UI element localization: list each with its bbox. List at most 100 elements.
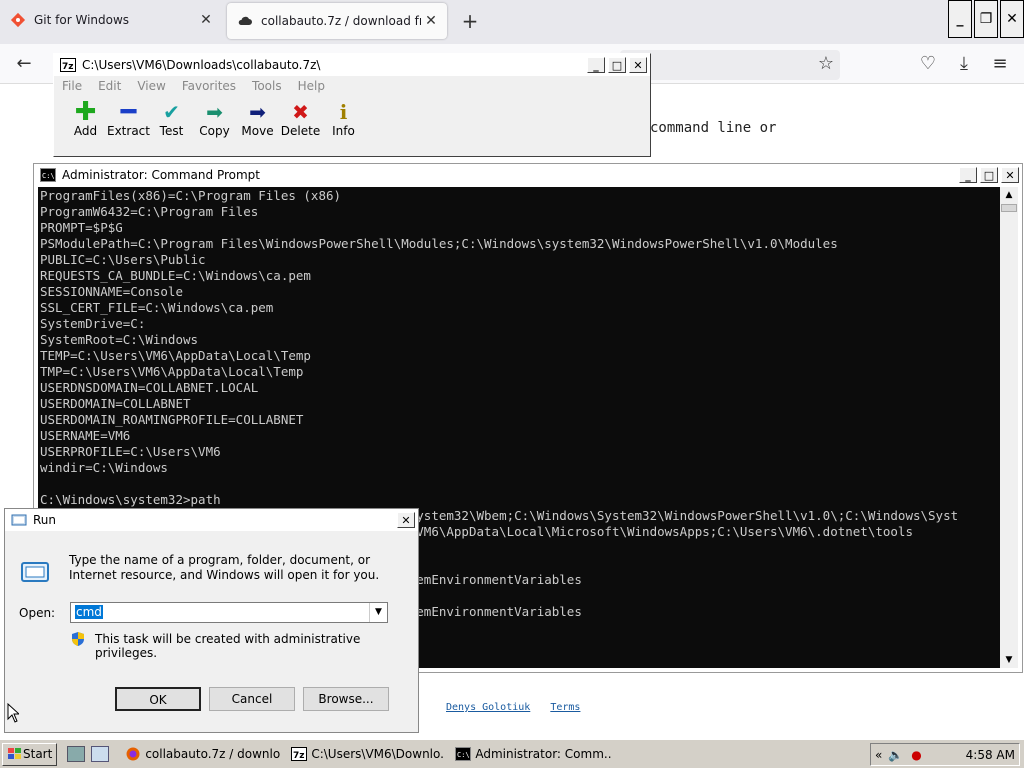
window-title: C:\Users\VM6\Downloads\collabauto.7z\ <box>82 58 321 72</box>
restore-button[interactable]: ❐ <box>974 0 998 38</box>
menu-favorites[interactable]: Favorites <box>182 79 236 93</box>
browser-tab-bar: Git for Windows ✕ collabauto.7z / downlo… <box>0 0 1024 44</box>
add-button[interactable]: ✚ Add <box>64 97 107 138</box>
taskbar-item-cmd[interactable]: C:\ Administrator: Comm... <box>451 743 611 766</box>
run-icon <box>11 514 27 526</box>
close-tab-icon[interactable]: ✕ <box>196 12 216 28</box>
ok-button[interactable]: OK <box>115 687 201 711</box>
tab-git-for-windows[interactable]: Git for Windows ✕ <box>0 0 222 40</box>
svg-text:7z: 7z <box>62 62 74 72</box>
firefox-icon <box>126 747 140 761</box>
copy-button[interactable]: ➡ Copy <box>193 100 236 138</box>
cloud-icon <box>238 16 252 25</box>
mouse-cursor-icon <box>7 703 19 723</box>
maximize-button[interactable]: □ <box>608 57 626 73</box>
windows-logo-icon <box>8 748 21 759</box>
minimize-button[interactable]: _ <box>587 57 605 73</box>
console-scrollbar[interactable]: ▲ ▼ <box>1000 187 1018 668</box>
url-bar[interactable] <box>620 50 840 80</box>
checkmark-icon: ✔ <box>163 100 180 124</box>
tab-label: collabauto.7z / download from <box>261 14 421 28</box>
tab-collabauto-download[interactable]: collabauto.7z / download from ✕ <box>227 3 447 39</box>
open-input-value: cmd <box>75 605 103 619</box>
svg-text:7z: 7z <box>293 751 305 761</box>
bookmark-star-icon[interactable]: ☆ <box>814 52 838 76</box>
back-arrow-icon[interactable]: ← <box>12 52 36 76</box>
menu-edit[interactable]: Edit <box>98 79 121 93</box>
browse-button[interactable]: Browse... <box>303 687 389 711</box>
scroll-thumb[interactable] <box>1001 204 1017 212</box>
taskbar-item-browser[interactable]: collabauto.7z / downlo... <box>121 743 281 766</box>
system-tray: « 🔈 ● 4:58 AM <box>870 743 1020 766</box>
cancel-button[interactable]: Cancel <box>209 687 295 711</box>
svg-text:C:\: C:\ <box>457 751 470 759</box>
close-window-button[interactable]: ✕ <box>1000 0 1024 38</box>
extract-button[interactable]: ━ Extract <box>107 97 150 138</box>
taskbar: Start collabauto.7z / downlo... 7z C:\Us… <box>0 739 1024 768</box>
chevron-left-icon[interactable]: « <box>875 748 882 762</box>
pocket-icon[interactable]: ♡ <box>916 52 940 76</box>
info-button[interactable]: i Info <box>322 100 365 138</box>
menu-help[interactable]: Help <box>298 79 325 93</box>
new-tab-button[interactable]: + <box>458 10 482 34</box>
close-button[interactable]: ✕ <box>1001 167 1019 183</box>
cmd-titlebar[interactable]: C:\ Administrator: Command Prompt _ □ ✕ <box>34 164 1022 186</box>
page-footer-links: Denys Golotiuk Terms <box>446 702 594 713</box>
chevron-down-icon[interactable]: ▼ <box>369 603 387 622</box>
scroll-down-arrow-icon[interactable]: ▼ <box>1000 652 1018 668</box>
test-button[interactable]: ✔ Test <box>150 100 193 138</box>
window-title: Run <box>33 513 57 527</box>
window-title: Administrator: Command Prompt <box>62 168 260 182</box>
start-button[interactable]: Start <box>2 742 58 766</box>
taskbar-item-7zip[interactable]: 7z C:\Users\VM6\Downlo... <box>287 743 445 766</box>
minimize-button[interactable]: _ <box>948 0 972 38</box>
page-text-fragment: command line or <box>650 120 777 136</box>
menu-hamburger-icon[interactable]: ≡ <box>988 52 1012 76</box>
close-tab-icon[interactable]: ✕ <box>421 13 441 29</box>
sevenzip-icon: 7z <box>291 747 308 761</box>
run-titlebar[interactable]: Run ✕ <box>5 509 418 531</box>
maximize-button[interactable]: □ <box>980 167 998 183</box>
menu-tools[interactable]: Tools <box>252 79 282 93</box>
quick-launch <box>67 746 115 762</box>
tab-label: Git for Windows <box>34 13 130 27</box>
uac-shield-icon <box>72 632 84 646</box>
browser-window-controls: _ ❐ ✕ <box>946 0 1024 42</box>
delete-button[interactable]: ✖ Delete <box>279 100 322 138</box>
move-button[interactable]: ➡ Move <box>236 100 279 138</box>
git-logo-icon <box>10 12 26 28</box>
open-input[interactable]: cmd ▼ <box>70 602 388 623</box>
network-icon[interactable]: ● <box>911 748 921 762</box>
arrow-right-icon: ➡ <box>206 100 223 124</box>
show-desktop-icon[interactable] <box>67 746 86 762</box>
sevenzip-menubar: File Edit View Favorites Tools Help <box>54 76 650 96</box>
volume-icon[interactable]: 🔈 <box>888 748 903 762</box>
clock[interactable]: 4:58 AM <box>966 748 1015 762</box>
close-button[interactable]: ✕ <box>629 57 647 73</box>
cmd-icon: C:\ <box>40 168 56 182</box>
minimize-button[interactable]: _ <box>959 167 977 183</box>
downloads-icon[interactable]: ⤓ <box>952 52 976 76</box>
delete-x-icon: ✖ <box>292 100 309 124</box>
plus-icon: ✚ <box>74 97 97 127</box>
close-button[interactable]: ✕ <box>397 512 415 528</box>
footer-link-author[interactable]: Denys Golotiuk <box>446 702 530 713</box>
scroll-up-arrow-icon[interactable]: ▲ <box>1000 187 1018 203</box>
open-label: Open: <box>19 606 56 620</box>
explorer-icon[interactable] <box>91 746 110 762</box>
footer-link-terms[interactable]: Terms <box>550 702 580 713</box>
start-label: Start <box>23 747 53 761</box>
run-dialog: Run ✕ Type the name of a program, folder… <box>4 508 419 733</box>
arrow-right-icon: ➡ <box>249 100 266 124</box>
admin-privileges-note: This task will be created with administr… <box>95 632 361 660</box>
sevenzip-titlebar[interactable]: 7z C:\Users\VM6\Downloads\collabauto.7z\… <box>54 54 650 76</box>
svg-text:C:\: C:\ <box>42 172 55 180</box>
info-icon: i <box>339 100 348 124</box>
run-description: Type the name of a program, folder, docu… <box>69 553 380 582</box>
menu-file[interactable]: File <box>62 79 82 93</box>
sevenzip-icon: 7z <box>60 58 76 72</box>
sevenzip-toolbar: ✚ Add ━ Extract ✔ Test ➡ Copy ➡ Move ✖ Delete … <box>54 96 650 142</box>
cmd-icon: C:\ <box>455 747 472 761</box>
menu-view[interactable]: View <box>137 79 165 93</box>
sevenzip-window: 7z C:\Users\VM6\Downloads\collabauto.7z\… <box>53 53 651 157</box>
